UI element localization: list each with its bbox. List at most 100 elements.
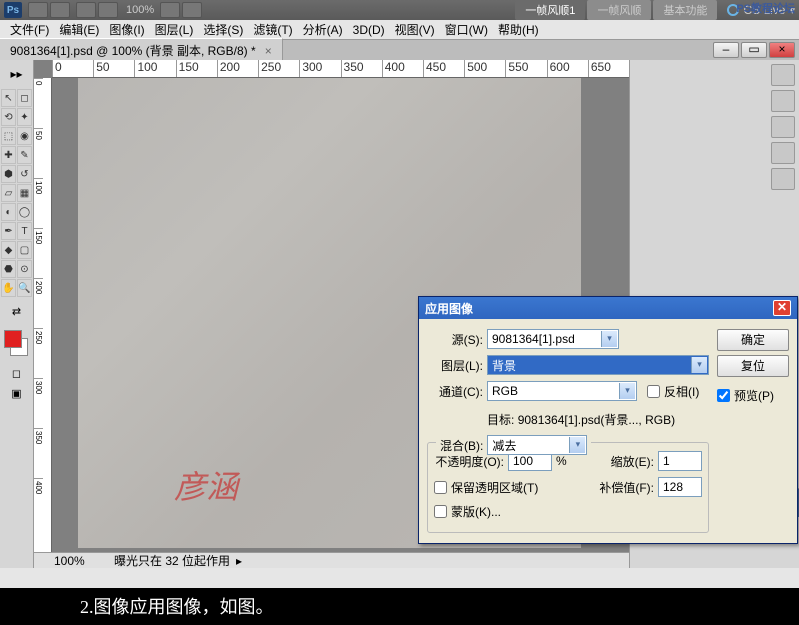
- minibridge-button[interactable]: [50, 2, 70, 18]
- hand-shortcut[interactable]: [160, 2, 180, 18]
- color-swatches[interactable]: [0, 326, 33, 360]
- chevron-down-icon: ▾: [569, 437, 585, 453]
- target-label: 目标:: [487, 413, 514, 427]
- workspace-tabs: 一帧风顺1 一帧风顺 基本功能: [515, 0, 717, 20]
- masks-panel-icon[interactable]: [771, 168, 795, 190]
- path-tool[interactable]: ◆: [1, 241, 16, 259]
- menu-filter[interactable]: 滤镜(T): [249, 19, 296, 40]
- menu-3d[interactable]: 3D(D): [349, 21, 389, 39]
- offset-label: 补偿值(F):: [599, 479, 654, 496]
- zoom-shortcut[interactable]: [182, 2, 202, 18]
- tools-panel: ▸▸ ↖◻ ⟲✦ ⬚◉ ✚✎ ⬢↺ ▱▦ ◐◯ ✒T ◆▢ ⬣⊙ ✋🔍 ⇄: [0, 60, 34, 568]
- window-close[interactable]: ×: [769, 42, 795, 58]
- document-tab[interactable]: 9081364[1].psd @ 100% (背景 副本, RGB/8) * ×: [0, 38, 283, 62]
- healing-tool[interactable]: ✚: [1, 146, 16, 164]
- bridge-button[interactable]: [28, 2, 48, 18]
- screenmode-button[interactable]: [98, 2, 118, 18]
- close-icon[interactable]: ×: [265, 44, 272, 58]
- channel-combo[interactable]: RGB▾: [487, 381, 637, 401]
- 3d-tool[interactable]: ⬣: [1, 260, 16, 278]
- mask-checkbox[interactable]: [434, 505, 447, 518]
- gradient-tool[interactable]: ▦: [17, 184, 32, 202]
- wand-tool[interactable]: ✦: [17, 108, 32, 126]
- eyedropper-tool[interactable]: ◉: [17, 127, 32, 145]
- status-zoom[interactable]: 100%: [54, 554, 114, 568]
- ruler-vertical: 050100150200250300350400: [34, 78, 52, 552]
- blur-tool[interactable]: ◐: [1, 203, 16, 221]
- hand-tool[interactable]: ✋: [1, 279, 16, 297]
- eraser-tool[interactable]: ▱: [1, 184, 16, 202]
- invert-label: 反相(I): [664, 383, 699, 400]
- type-tool[interactable]: T: [17, 222, 32, 240]
- zoom-display[interactable]: 100%: [126, 4, 154, 16]
- dialog-close-button[interactable]: ✕: [773, 300, 791, 316]
- preserve-transparency-checkbox[interactable]: [434, 481, 447, 494]
- layer-combo[interactable]: 背景▾: [487, 355, 709, 375]
- brush-tool[interactable]: ✎: [17, 146, 32, 164]
- move-tool[interactable]: ↖: [1, 89, 16, 107]
- screenmode-toggle[interactable]: ▣: [3, 384, 30, 402]
- dodge-tool[interactable]: ◯: [17, 203, 32, 221]
- window-minimize[interactable]: –: [713, 42, 739, 58]
- menu-image[interactable]: 图像(I): [105, 19, 148, 40]
- swap-colors-icon[interactable]: ⇄: [3, 302, 30, 320]
- source-label: 源(S):: [427, 331, 483, 348]
- dialog-titlebar[interactable]: 应用图像 ✕: [419, 297, 797, 319]
- marquee-tool[interactable]: ◻: [17, 89, 32, 107]
- document-tabs: 9081364[1].psd @ 100% (背景 副本, RGB/8) * ×…: [0, 40, 799, 60]
- zoom-tool[interactable]: 🔍: [17, 279, 32, 297]
- ruler-horizontal: 050100150200250300350400450500550600650: [52, 60, 629, 78]
- foreground-color[interactable]: [4, 330, 22, 348]
- menu-select[interactable]: 选择(S): [199, 19, 247, 40]
- invert-checkbox[interactable]: [647, 385, 660, 398]
- signature-text: 彦涵: [174, 462, 238, 508]
- layer-label: 图层(L):: [427, 357, 483, 374]
- expand-tools-icon[interactable]: ▸▸: [2, 62, 32, 86]
- menu-layer[interactable]: 图层(L): [151, 19, 198, 40]
- workspace-tab-2[interactable]: 一帧风顺: [587, 0, 651, 20]
- quickmask-toggle[interactable]: ◻: [3, 364, 30, 382]
- scale-input[interactable]: [658, 451, 702, 471]
- menu-file[interactable]: 文件(F): [6, 19, 53, 40]
- ps-logo: Ps: [4, 2, 22, 18]
- cancel-button[interactable]: 复位: [717, 355, 789, 377]
- blend-combo[interactable]: 减去▾: [487, 435, 587, 455]
- menu-edit[interactable]: 编辑(E): [55, 19, 103, 40]
- color-panel-icon[interactable]: [771, 64, 795, 86]
- mask-label: 蒙版(K)...: [451, 503, 501, 520]
- site-watermark: PS教程论坛: [736, 0, 795, 16]
- viewmode-button[interactable]: [76, 2, 96, 18]
- menu-help[interactable]: 帮助(H): [494, 19, 543, 40]
- shape-tool[interactable]: ▢: [17, 241, 32, 259]
- preview-checkbox[interactable]: [717, 389, 730, 402]
- workspace-tab-1[interactable]: 一帧风顺1: [515, 0, 585, 20]
- ok-button[interactable]: 确定: [717, 329, 789, 351]
- adjustments-panel-icon[interactable]: [771, 142, 795, 164]
- styles-panel-icon[interactable]: [771, 116, 795, 138]
- status-text: 曝光只在 32 位起作用: [114, 552, 230, 568]
- menu-analysis[interactable]: 分析(A): [299, 19, 347, 40]
- source-combo[interactable]: 9081364[1].psd▾: [487, 329, 619, 349]
- workspace-tab-3[interactable]: 基本功能: [653, 0, 717, 20]
- chevron-down-icon: ▾: [691, 357, 707, 373]
- apply-image-dialog: 应用图像 ✕ 源(S): 9081364[1].psd▾ 图层(L): 背景▾ …: [418, 296, 798, 544]
- target-value: 9081364[1].psd(背景..., RGB): [518, 413, 675, 427]
- menu-window[interactable]: 窗口(W): [441, 19, 492, 40]
- swatches-panel-icon[interactable]: [771, 90, 795, 112]
- history-brush-tool[interactable]: ↺: [17, 165, 32, 183]
- scale-label: 缩放(E):: [611, 453, 654, 470]
- window-maximize[interactable]: ▭: [741, 42, 767, 58]
- crop-tool[interactable]: ⬚: [1, 127, 16, 145]
- stamp-tool[interactable]: ⬢: [1, 165, 16, 183]
- pen-tool[interactable]: ✒: [1, 222, 16, 240]
- opacity-suffix: %: [556, 454, 567, 468]
- menu-view[interactable]: 视图(V): [391, 19, 439, 40]
- lasso-tool[interactable]: ⟲: [1, 108, 16, 126]
- document-title: 9081364[1].psd @ 100% (背景 副本, RGB/8) *: [10, 44, 256, 58]
- chevron-down-icon: ▾: [601, 331, 617, 347]
- 3d-camera-tool[interactable]: ⊙: [17, 260, 32, 278]
- preview-label: 预览(P): [734, 387, 774, 404]
- titlebar: Ps 100% 一帧风顺1 一帧风顺 基本功能 CS Live ▾ PS教程论坛: [0, 0, 799, 20]
- chevron-down-icon: ▾: [619, 383, 635, 399]
- offset-input[interactable]: [658, 477, 702, 497]
